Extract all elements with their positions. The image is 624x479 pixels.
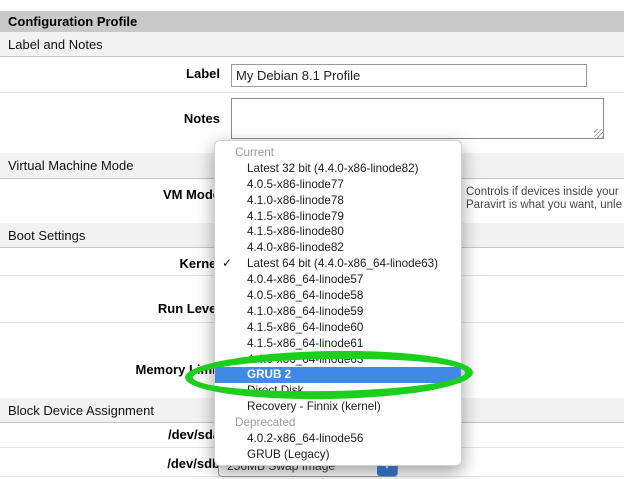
row-divider bbox=[0, 92, 624, 93]
kernel-menu-item-label: Latest 32 bit (4.4.0-x86-linode82) bbox=[247, 162, 419, 175]
kernel-menu-item[interactable]: 4.4.0-x86-linode82 bbox=[215, 240, 461, 256]
kernel-dropdown[interactable]: Current Latest 32 bit (4.4.0-x86-linode82… bbox=[214, 140, 462, 466]
kernel-menu-item[interactable]: 4.0.5-x86-linode77 bbox=[215, 177, 461, 193]
kernel-menu-item[interactable]: 4.0.4-x86_64-linode57 bbox=[215, 272, 461, 288]
kernel-menu-item-label: 4.0.4-x86_64-linode57 bbox=[247, 273, 363, 286]
kernel-menu-item[interactable]: 4.0.5-x86_64-linode58 bbox=[215, 288, 461, 304]
kernel-menu-item-label: 4.1.0-x86_64-linode59 bbox=[247, 305, 363, 318]
kernel-menu-item[interactable]: 4.4.0-x86_64-linode63 bbox=[215, 352, 461, 368]
memory-limit-field-label: Memory Limit bbox=[0, 362, 220, 378]
kernel-menu-item[interactable]: ✓ Latest 64 bit (4.4.0-x86_64-linode63) bbox=[215, 256, 461, 272]
kernel-menu-item-label: GRUB (Legacy) bbox=[247, 448, 330, 461]
kernel-menu-item-label: Deprecated bbox=[235, 416, 295, 429]
page-title: Configuration Profile bbox=[0, 11, 624, 32]
kernel-menu-item-label: 4.1.5-x86-linode80 bbox=[247, 225, 344, 238]
kernel-menu-item[interactable]: 4.1.5-x86-linode79 bbox=[215, 209, 461, 225]
kernel-menu-item[interactable]: 4.1.0-x86_64-linode59 bbox=[215, 304, 461, 320]
run-level-field-label: Run Level bbox=[0, 301, 220, 317]
kernel-menu-item-label: Latest 64 bit (4.4.0-x86_64-linode63) bbox=[247, 257, 438, 270]
kernel-menu-item[interactable]: 4.1.5-x86_64-linode60 bbox=[215, 320, 461, 336]
kernel-menu-item[interactable]: 4.0.2-x86_64-linode56 bbox=[215, 431, 461, 447]
kernel-menu-item[interactable]: Recovery - Finnix (kernel) bbox=[215, 399, 461, 415]
notes-textarea[interactable] bbox=[231, 98, 604, 139]
label-field-label: Label bbox=[0, 66, 220, 82]
kernel-menu-item-label: 4.1.0-x86-linode78 bbox=[247, 194, 344, 207]
kernel-menu-item-label: Recovery - Finnix (kernel) bbox=[247, 400, 381, 413]
kernel-menu-item-label: 4.0.5-x86_64-linode58 bbox=[247, 289, 363, 302]
kernel-menu-group-header: Deprecated bbox=[215, 415, 461, 431]
kernel-menu-item-label: 4.1.5-x86-linode79 bbox=[247, 210, 344, 223]
kernel-menu-item-label: 4.0.5-x86-linode77 bbox=[247, 178, 344, 191]
vm-mode-field-label: VM Mode bbox=[0, 187, 220, 203]
kernel-menu-item-label: 4.4.0-x86_64-linode63 bbox=[247, 353, 363, 366]
kernel-menu-item[interactable]: 4.1.5-x86_64-linode61 bbox=[215, 336, 461, 352]
kernel-menu-item-label: 4.0.2-x86_64-linode56 bbox=[247, 432, 363, 445]
kernel-menu-item-label: 4.1.5-x86_64-linode61 bbox=[247, 337, 363, 350]
kernel-menu-item[interactable]: GRUB 2 bbox=[215, 367, 461, 383]
notes-field-label: Notes bbox=[0, 111, 220, 127]
dev-sdb-field-label: /dev/sdb bbox=[0, 456, 220, 472]
kernel-menu-item[interactable]: Direct Disk bbox=[215, 383, 461, 399]
kernel-menu-item[interactable]: 4.1.5-x86-linode80 bbox=[215, 224, 461, 240]
kernel-menu-item-label: 4.4.0-x86-linode82 bbox=[247, 241, 344, 254]
kernel-menu-group-header: Current bbox=[215, 145, 461, 161]
checkmark-icon: ✓ bbox=[222, 256, 232, 272]
kernel-menu-item-label: Current bbox=[235, 146, 274, 159]
kernel-menu-item-label: GRUB 2 bbox=[247, 368, 291, 381]
vm-mode-help-text: Controls if devices inside your Paravirt… bbox=[466, 186, 624, 214]
textarea-resize-grip-icon[interactable] bbox=[594, 129, 603, 138]
vm-mode-help-line2: Paravirt is what you want, unle bbox=[466, 199, 622, 211]
kernel-menu-item-label: 4.1.5-x86_64-linode60 bbox=[247, 321, 363, 334]
kernel-menu-item-label: Direct Disk bbox=[247, 384, 304, 397]
kernel-menu-item[interactable]: 4.1.0-x86-linode78 bbox=[215, 193, 461, 209]
label-input[interactable] bbox=[231, 64, 587, 87]
vm-mode-help-line1: Controls if devices inside your bbox=[466, 186, 619, 198]
kernel-menu-item[interactable]: GRUB (Legacy) bbox=[215, 447, 461, 463]
section-header-label-and-notes: Label and Notes bbox=[0, 32, 624, 57]
arrow-down-glyph: ▼ bbox=[385, 466, 390, 471]
dev-sda-field-label: /dev/sda bbox=[0, 427, 220, 443]
kernel-field-label: Kernel bbox=[0, 256, 220, 272]
kernel-menu-item[interactable]: Latest 32 bit (4.4.0-x86-linode82) bbox=[215, 161, 461, 177]
